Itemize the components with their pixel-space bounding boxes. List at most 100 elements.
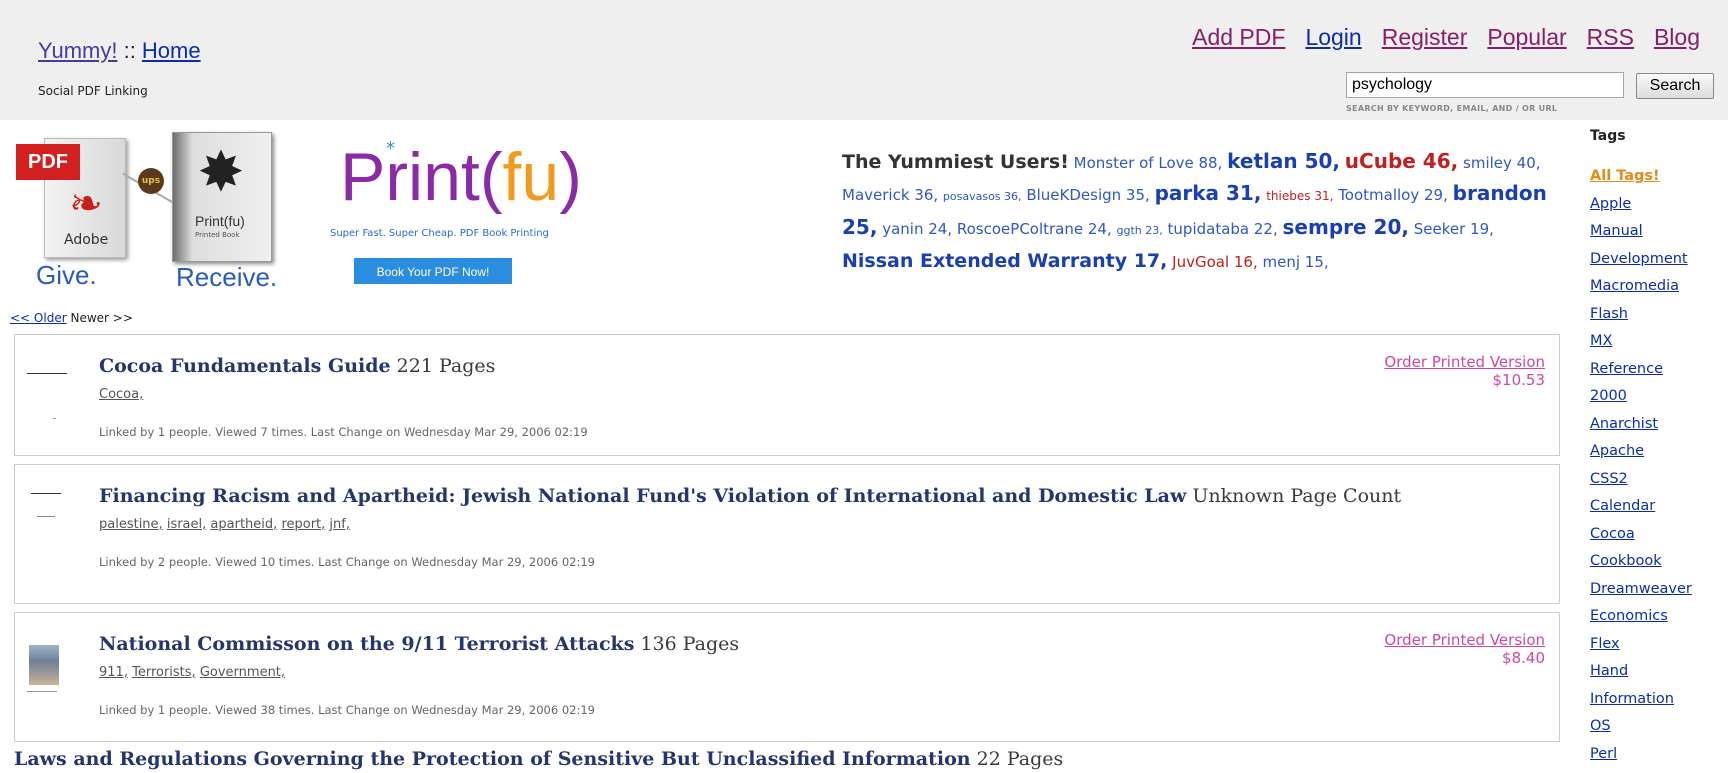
all-tags-link[interactable]: All Tags! [1590, 168, 1660, 184]
tag-link[interactable]: MX [1590, 333, 1612, 349]
entry-tag[interactable]: report, [281, 517, 325, 532]
nav-login[interactable]: Login [1305, 24, 1361, 51]
user-link[interactable]: sempre 20, [1283, 215, 1409, 239]
tag-item: Cocoa [1590, 526, 1728, 554]
newer-label: Newer >> [70, 311, 132, 325]
tag-link[interactable]: Anarchist [1590, 416, 1658, 432]
nav-register[interactable]: Register [1382, 24, 1468, 51]
user-link[interactable]: ketlan 50, [1227, 149, 1340, 173]
entry-tag[interactable]: palestine, [99, 517, 163, 532]
order-printed-link[interactable]: Order Printed Version [1384, 353, 1545, 371]
tag-item: Apache [1590, 443, 1728, 471]
user-link[interactable]: parka 31, [1155, 181, 1262, 205]
tag-link[interactable]: Information [1590, 691, 1674, 707]
nav-rss[interactable]: RSS [1587, 24, 1634, 51]
tag-link[interactable]: Cocoa [1590, 526, 1635, 542]
entry-title-link[interactable]: Financing Racism and Apartheid: Jewish N… [99, 485, 1186, 507]
entry-tag[interactable]: Cocoa, [99, 387, 143, 402]
search-button[interactable]: Search [1636, 73, 1714, 99]
entry-tag[interactable]: jnf, [329, 517, 350, 532]
tag-link[interactable]: Perl [1590, 746, 1617, 762]
tag-item: 2000 [1590, 388, 1728, 416]
tag-item: Economics [1590, 608, 1728, 636]
asterisk-icon: * [386, 138, 395, 159]
tag-link[interactable]: Development [1590, 251, 1688, 267]
user-link[interactable]: Maverick 36, [842, 186, 938, 204]
tag-link[interactable]: Flex [1590, 636, 1620, 652]
title-separator: :: [117, 38, 141, 63]
older-link[interactable]: << Older [10, 311, 67, 325]
receive-label: Receive. [176, 262, 277, 293]
tag-link[interactable]: 2000 [1590, 388, 1627, 404]
tag-item: Reference [1590, 361, 1728, 389]
tag-link[interactable]: Dreamweaver [1590, 581, 1692, 597]
book-title: Print(fu) [195, 213, 245, 229]
user-link[interactable]: Monster of Love 88, [1074, 154, 1223, 172]
user-link[interactable]: JuvGoal 16, [1172, 253, 1258, 271]
tag-link[interactable]: CSS2 [1590, 471, 1628, 487]
tag-link[interactable]: Apple [1590, 196, 1631, 212]
tag-list: All Tags! Apple Manual Development Macromed… [1590, 168, 1728, 773]
adobe-label: Adobe [64, 232, 108, 248]
search-input[interactable] [1346, 72, 1624, 98]
tag-item: MX [1590, 333, 1728, 361]
book-subtitle: Printed Book [195, 231, 240, 239]
tag-link[interactable]: Flash [1590, 306, 1628, 322]
site-header: Yummy! :: Home Social PDF Linking Add PD… [0, 0, 1728, 120]
nav-blog[interactable]: Blog [1654, 24, 1700, 51]
tag-item: Information [1590, 691, 1728, 719]
pdf-thumbnail[interactable] [27, 631, 77, 701]
entry-tag[interactable]: israel, [167, 517, 206, 532]
user-link[interactable]: Tootmalloy 29, [1338, 186, 1448, 204]
tag-link[interactable]: Economics [1590, 608, 1668, 624]
entry-meta: Linked by 1 people. Viewed 7 times. Last… [99, 425, 588, 439]
entry-tag[interactable]: 911, [99, 665, 128, 680]
user-link[interactable]: smiley 40, [1463, 154, 1541, 172]
tag-link[interactable]: Apache [1590, 443, 1644, 459]
tag-link[interactable]: OS [1590, 718, 1611, 734]
user-link[interactable]: Seeker 19, [1414, 220, 1494, 238]
user-link[interactable]: yanin 24, [882, 220, 952, 238]
entry-title-link[interactable]: Cocoa Fundamentals Guide [99, 355, 391, 377]
book-pdf-button[interactable]: Book Your PDF Now! [354, 258, 512, 284]
user-link[interactable]: BlueKDesign 35, [1026, 186, 1149, 204]
pdf-thumbnail[interactable] [27, 483, 77, 553]
pdf-document-icon: PDF ❧ Adobe [16, 138, 134, 262]
user-link[interactable]: RoscoePColtrane 24, [957, 220, 1112, 238]
user-link[interactable]: uCube 46, [1345, 149, 1458, 173]
brand-link[interactable]: Yummy! [38, 38, 117, 63]
tag-link[interactable]: Macromedia [1590, 278, 1679, 294]
entry-title-partial[interactable]: Laws and Regulations Governing the Prote… [14, 748, 1063, 770]
tag-link[interactable]: Cookbook [1590, 553, 1662, 569]
pdf-thumbnail[interactable] [27, 353, 77, 423]
tags-sidebar: Tags All Tags! AppleManualDevelopmentMac… [1590, 124, 1728, 773]
entry-tag[interactable]: apartheid, [210, 517, 277, 532]
tag-link[interactable]: Reference [1590, 361, 1663, 377]
entry-title-link[interactable]: National Commisson on the 9/11 Terrorist… [99, 633, 634, 655]
tag-item: Perl [1590, 746, 1728, 773]
tag-link[interactable]: Calendar [1590, 498, 1655, 514]
tag-item: OS [1590, 718, 1728, 746]
give-label: Give. [36, 260, 97, 291]
tag-link[interactable]: Manual [1590, 223, 1643, 239]
pdf-entry: Financing Racism and Apartheid: Jewish N… [14, 464, 1560, 604]
nav-add-pdf[interactable]: Add PDF [1192, 24, 1285, 51]
yummiest-users: The Yummiest Users! Monster of Love 88, … [842, 146, 1562, 277]
user-link[interactable]: posavasos 36, [943, 190, 1022, 203]
tag-item: Cookbook [1590, 553, 1728, 581]
order-printed-link[interactable]: Order Printed Version [1384, 631, 1545, 649]
printfu-ad[interactable]: Print(fu) * Super Fast. Super Cheap. PDF… [326, 132, 556, 282]
user-link[interactable]: ggth 23, [1117, 224, 1163, 237]
user-link[interactable]: Nissan Extended Warranty 17, [842, 250, 1167, 272]
nav-popular[interactable]: Popular [1487, 24, 1566, 51]
ups-icon: ups [138, 168, 164, 194]
entry-tag[interactable]: Terrorists, [132, 665, 196, 680]
user-link[interactable]: menj 15, [1263, 253, 1329, 271]
entry-tag[interactable]: Government, [200, 665, 285, 680]
user-link[interactable]: thiebes 31, [1266, 189, 1333, 203]
user-link[interactable]: tupidataba 22, [1168, 220, 1278, 238]
home-link[interactable]: Home [142, 38, 201, 63]
tag-item: Manual [1590, 223, 1728, 251]
entry-page-count: 136 Pages [634, 633, 739, 655]
tag-link[interactable]: Hand [1590, 663, 1628, 679]
